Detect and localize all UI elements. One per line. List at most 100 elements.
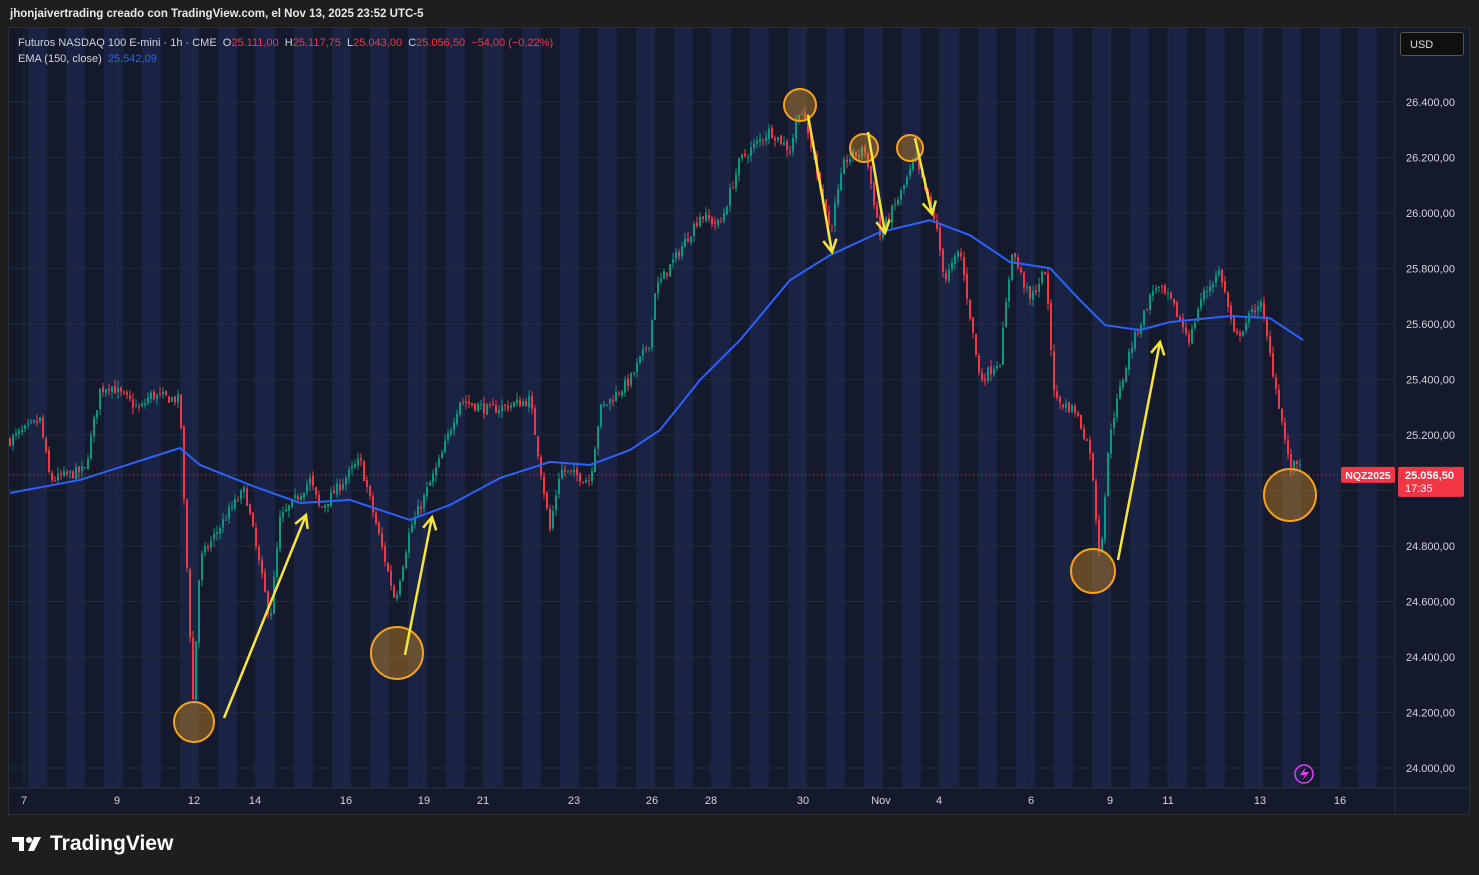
session-stripe (28, 28, 47, 788)
highlight-circle (1070, 548, 1116, 594)
candle-body (300, 495, 302, 500)
candle-body (759, 139, 761, 142)
candle-body (1098, 519, 1100, 553)
candle-body (1167, 292, 1169, 294)
candle-body (465, 401, 467, 403)
chart-legend: Futuros NASDAQ 100 E-mini · 1h · CME O25… (18, 35, 553, 67)
candle-body (9, 438, 11, 446)
candle-body (1092, 453, 1094, 481)
candle-body (1281, 408, 1283, 422)
price-axis-label: 24.600,00 (1406, 597, 1455, 609)
candle-body (438, 458, 440, 467)
candle-body (513, 402, 515, 407)
candle-body (132, 399, 134, 408)
lightning-icon-glyph (1300, 767, 1309, 781)
candle-body (900, 190, 902, 200)
candle-body (1164, 285, 1166, 293)
candle-body (1008, 279, 1010, 302)
candle-body (735, 173, 737, 189)
candle-body (1218, 270, 1220, 276)
candle-body (120, 387, 122, 392)
candle-body (483, 403, 485, 414)
candle-body (189, 569, 191, 638)
session-stripe (712, 28, 731, 788)
candle-body (672, 259, 674, 263)
time-axis-label: 9 (114, 795, 120, 807)
candle-body (354, 464, 356, 468)
candle-body (168, 396, 170, 403)
session-stripe (940, 28, 959, 788)
candle-body (1269, 336, 1271, 353)
currency-button[interactable]: USD (1400, 32, 1464, 56)
candle-body (297, 496, 299, 500)
low-value: 25.043,00 (353, 37, 403, 49)
candle-body (1296, 460, 1298, 465)
candle-body (1209, 286, 1211, 292)
countdown-text: 17:35 (1405, 483, 1433, 495)
tradingview-logo[interactable]: TradingView (12, 832, 173, 856)
price-axis-label: 24.800,00 (1406, 541, 1455, 553)
candle-body (33, 420, 35, 422)
candle-body (510, 405, 512, 408)
candle-body (1242, 331, 1244, 336)
candle-body (285, 509, 287, 511)
candle-body (381, 533, 383, 547)
last-price-text: 25.056,50 (1405, 470, 1454, 482)
candle-body (36, 420, 38, 423)
candle-body (282, 512, 284, 517)
candle-body (675, 251, 677, 259)
candle-body (1014, 253, 1016, 258)
candle-body (1272, 353, 1274, 377)
candle-body (591, 470, 593, 481)
price-axis-label: 25.200,00 (1406, 430, 1455, 442)
candle-body (42, 417, 44, 438)
candle-body (837, 188, 839, 205)
candle-body (579, 474, 581, 482)
candle-body (1275, 377, 1277, 389)
candle-body (279, 516, 281, 550)
ema-value: 25.542,09 (107, 53, 157, 65)
candle-body (147, 397, 149, 404)
candle-body (1020, 268, 1022, 272)
candle-body (606, 404, 608, 406)
session-stripe (978, 28, 997, 788)
candle-body (690, 236, 692, 243)
candle-body (984, 378, 986, 381)
price-axis-label: 24.200,00 (1406, 708, 1455, 720)
candle-body (171, 397, 173, 402)
session-stripe (1092, 28, 1111, 788)
open-value: 25.111,00 (231, 37, 279, 49)
candle-body (570, 470, 572, 472)
candle-body (546, 492, 548, 509)
candle-body (648, 347, 650, 349)
candle-body (24, 425, 26, 429)
candle-body (645, 348, 647, 350)
candle-body (627, 378, 629, 387)
candle-body (105, 389, 107, 393)
candle-body (1161, 285, 1163, 287)
time-axis-label: 14 (249, 795, 261, 807)
candle-body (990, 366, 992, 375)
candle-body (486, 403, 488, 415)
tradingview-logo-icon (12, 837, 41, 851)
candle-body (1278, 390, 1280, 409)
candle-body (492, 403, 494, 406)
price-chart[interactable]: 26.400,00 26.200,00 26.000,00 25.800,00 25.6… (0, 0, 1479, 875)
candle-body (957, 251, 959, 257)
candle-body (723, 213, 725, 222)
symbol-description[interactable]: Futuros NASDAQ 100 E-mini · 1h · CME (18, 37, 217, 49)
candle-body (843, 159, 845, 174)
candle-body (744, 153, 746, 156)
candle-body (213, 534, 215, 540)
candle-body (123, 391, 125, 393)
candle-body (987, 367, 989, 381)
candle-body (588, 480, 590, 482)
ema-label[interactable]: EMA (150, close) (18, 53, 102, 65)
candle-body (711, 218, 713, 224)
candle-body (633, 372, 635, 374)
candle-body (1239, 332, 1241, 336)
candle-body (621, 391, 623, 396)
highlight-circle (370, 626, 424, 680)
candle-body (654, 293, 656, 321)
candle-body (1035, 290, 1037, 293)
